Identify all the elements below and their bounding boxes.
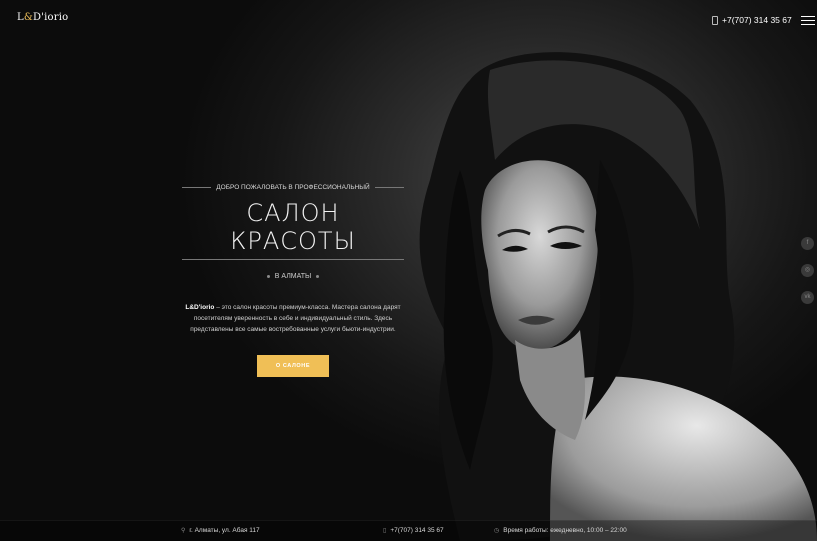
hamburger-menu-icon[interactable]	[801, 16, 815, 26]
facebook-icon[interactable]: f	[801, 237, 814, 250]
hero-content: ДОБРО ПОЖАЛОВАТЬ В ПРОФЕССИОНАЛЬНЫЙ САЛО…	[182, 184, 404, 377]
description-text: – это салон красоты премиум-класса. Маст…	[190, 304, 401, 333]
logo-text-l: L	[17, 12, 24, 23]
about-salon-button[interactable]: О САЛОНЕ	[257, 355, 329, 377]
dot-icon	[316, 275, 320, 278]
title-divider	[182, 259, 404, 260]
hero-title: САЛОН КРАСОТЫ	[230, 199, 356, 255]
footer-bar: ⚲ г. Алматы, ул. Абая 117 ▯ +7(707) 314 …	[0, 520, 817, 541]
description-brand: L&D'iorio	[185, 304, 215, 311]
social-links: f ◎ vk	[801, 237, 814, 304]
header-phone-link[interactable]: +7(707) 314 35 67	[712, 15, 792, 25]
divider-line	[182, 187, 212, 188]
divider-line	[374, 187, 404, 188]
footer-hours-text: Время работы: ежедневно, 10:00 – 22:00	[503, 527, 627, 534]
city-text: В АЛМАТЫ	[274, 273, 312, 280]
footer-phone-text: +7(707) 314 35 67	[390, 527, 444, 534]
location-pin-icon: ⚲	[181, 528, 186, 534]
hero-portrait-image	[419, 52, 817, 541]
footer-phone-link[interactable]: ▯ +7(707) 314 35 67	[383, 527, 444, 534]
phone-icon: ▯	[383, 528, 387, 534]
welcome-text: ДОБРО ПОЖАЛОВАТЬ В ПРОФЕССИОНАЛЬНЫЙ	[216, 184, 370, 191]
city-row: В АЛМАТЫ	[182, 273, 404, 280]
dot-icon	[266, 275, 270, 278]
footer-hours: ◷ Время работы: ежедневно, 10:00 – 22:00	[494, 527, 627, 534]
header-phone-text: +7(707) 314 35 67	[722, 15, 792, 25]
vk-icon[interactable]: vk	[801, 291, 814, 304]
instagram-icon[interactable]: ◎	[801, 264, 814, 277]
logo-text-rest: D'iorio	[32, 12, 69, 23]
clock-icon: ◷	[494, 528, 500, 534]
site-logo[interactable]: L&D'iorio	[17, 12, 68, 23]
footer-address: ⚲ г. Алматы, ул. Абая 117	[181, 527, 260, 534]
welcome-row: ДОБРО ПОЖАЛОВАТЬ В ПРОФЕССИОНАЛЬНЫЙ	[182, 184, 404, 191]
footer-address-text: г. Алматы, ул. Абая 117	[189, 527, 260, 534]
hero-description: L&D'iorio – это салон красоты премиум-кл…	[182, 302, 404, 335]
phone-icon	[712, 15, 718, 25]
logo-ampersand: &	[23, 12, 33, 23]
